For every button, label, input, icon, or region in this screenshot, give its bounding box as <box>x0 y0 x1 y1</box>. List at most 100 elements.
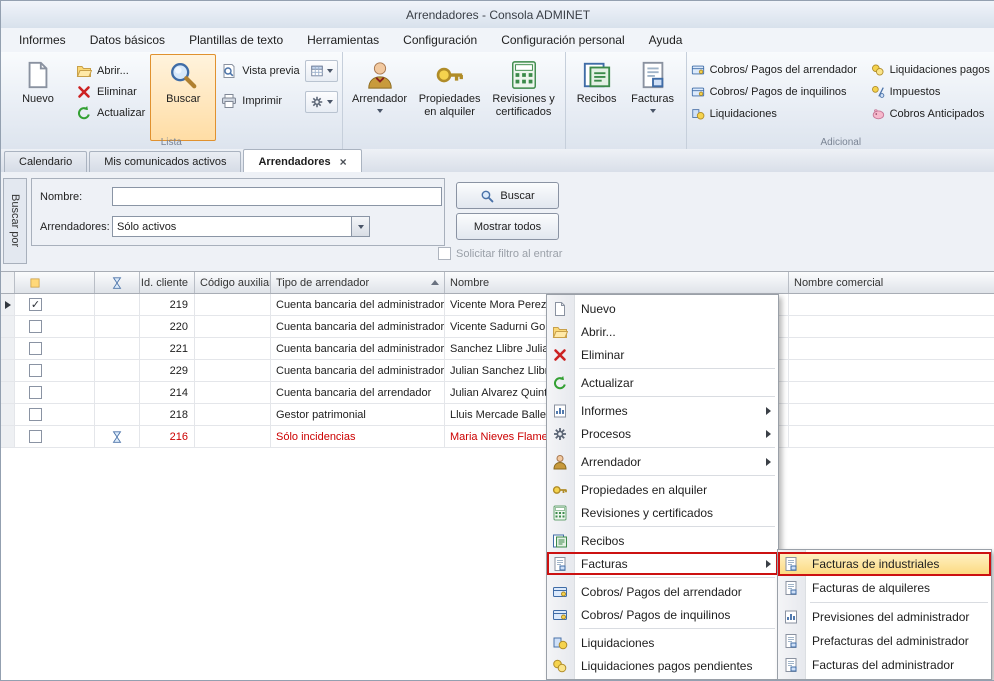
grid-header-flag[interactable] <box>95 272 140 293</box>
tab-mis-comunicados-activos[interactable]: Mis comunicados activos <box>89 151 241 172</box>
ribbon-item-cobros-pagos-del-arrendador[interactable]: Cobros/ Pagos del arrendador <box>691 59 867 81</box>
row-checkbox-cell[interactable] <box>15 360 95 381</box>
ribbon-item-liquidaciones[interactable]: Liquidaciones <box>691 103 867 125</box>
key-icon <box>435 60 465 90</box>
tab-calendario[interactable]: Calendario <box>4 151 87 172</box>
context-menu-item-arrendador[interactable]: Arrendador <box>547 450 778 473</box>
menubar-item-ayuda[interactable]: Ayuda <box>637 30 695 50</box>
facturas-submenu: Facturas de industrialesFacturas de alqu… <box>777 549 992 680</box>
context-menu-item-liquidaciones[interactable]: Liquidaciones <box>547 631 778 654</box>
ribbon-group-label-lista: Lista <box>1 137 342 148</box>
cell-codigo-auxiliar <box>195 316 271 337</box>
row-flag-cell <box>95 426 140 447</box>
nuevo-button[interactable]: Nuevo <box>5 54 71 141</box>
context-menu-item-informes[interactable]: Informes <box>547 399 778 422</box>
tab-arrendadores[interactable]: Arrendadores× <box>243 149 361 173</box>
submenu-item-prefacturas-del-administrador[interactable]: Prefacturas del administrador <box>778 629 991 653</box>
tab-close-icon[interactable]: × <box>340 156 347 168</box>
tab-bar: CalendarioMis comunicados activosArrenda… <box>1 149 994 173</box>
context-menu-item-eliminar[interactable]: Eliminar <box>547 343 778 366</box>
row-checkbox-cell[interactable] <box>15 426 95 447</box>
buscar-por-side-tab[interactable]: Buscar por <box>3 178 27 264</box>
menubar-item-plantillas-de-texto[interactable]: Plantillas de texto <box>177 30 295 50</box>
recibos-button[interactable]: Recibos <box>570 54 624 141</box>
abrir-button[interactable]: Abrir... <box>71 60 150 81</box>
menubar-item-herramientas[interactable]: Herramientas <box>295 30 391 50</box>
row-checkbox-cell[interactable] <box>15 338 95 359</box>
menu-item-label: Prefacturas del administrador <box>812 634 969 648</box>
table-grid-icon <box>310 64 324 78</box>
propiedades-en-alquiler-button[interactable]: Propiedades en alquiler <box>413 54 487 141</box>
submenu-item-facturas-de-alquileres[interactable]: Facturas de alquileres <box>778 576 991 600</box>
row-checkbox[interactable] <box>29 430 42 443</box>
table-options-dropdown[interactable] <box>305 60 338 82</box>
ribbon-item-label: Cobros Anticipados <box>890 108 985 120</box>
vista-previa-button[interactable]: Vista previa <box>216 60 304 81</box>
table-row[interactable]: 214Cuenta bancaria del arrendadorJulian … <box>1 382 994 404</box>
arrendador-button[interactable]: Arrendador <box>347 54 413 141</box>
grid-header-select[interactable] <box>15 272 95 293</box>
row-checkbox[interactable] <box>29 386 42 399</box>
settings-dropdown[interactable] <box>305 91 338 113</box>
ribbon-item-cobros-pagos-de-inquilinos[interactable]: Cobros/ Pagos de inquilinos <box>691 81 867 103</box>
row-checkbox-cell[interactable] <box>15 316 95 337</box>
menubar-item-configuracion[interactable]: Configuración <box>391 30 489 50</box>
context-menu-item-liquidaciones-pagos-pendientes[interactable]: Liquidaciones pagos pendientes <box>547 654 778 677</box>
context-menu-item-cobros-pagos-del-arrendador[interactable]: Cobros/ Pagos del arrendador <box>547 580 778 603</box>
arrendadores-select[interactable]: Sólo activos <box>112 216 370 237</box>
row-checkbox-cell[interactable] <box>15 294 95 315</box>
ribbon-item-label: Liquidaciones pagos pendientes <box>890 64 991 76</box>
cell-codigo-auxiliar <box>195 404 271 425</box>
filtro-checkbox[interactable] <box>438 247 451 260</box>
context-menu-item-procesos[interactable]: Procesos <box>547 422 778 445</box>
grid-header-nombre-comercial[interactable]: Nombre comercial <box>789 272 994 293</box>
grid-header-codigo-auxiliar[interactable]: Código auxiliar <box>195 272 271 293</box>
eliminar-button[interactable]: Eliminar <box>71 81 150 102</box>
context-menu-item-nuevo[interactable]: Nuevo <box>547 297 778 320</box>
context-menu-item-facturas[interactable]: Facturas <box>547 552 778 575</box>
menubar-item-configuracion-personal[interactable]: Configuración personal <box>489 30 636 50</box>
buscar-panel-button[interactable]: Buscar <box>456 182 559 209</box>
ribbon-item-liquidaciones-pagos-pendientes[interactable]: Liquidaciones pagos pendientes <box>871 59 991 81</box>
row-checkbox[interactable] <box>29 408 42 421</box>
row-checkbox-cell[interactable] <box>15 404 95 425</box>
grid-header-id-cliente[interactable]: Id. cliente <box>140 272 195 293</box>
table-row[interactable]: 216Sólo incidenciasMaria Nieves Flamer <box>1 426 994 448</box>
row-checkbox[interactable] <box>29 320 42 333</box>
buscar-ribbon-button[interactable]: Buscar <box>150 54 216 141</box>
submenu-item-facturas-del-administrador[interactable]: Facturas del administrador <box>778 653 991 677</box>
table-row[interactable]: 220Cuenta bancaria del administradorVice… <box>1 316 994 338</box>
context-menu-item-propiedades-en-alquiler[interactable]: Propiedades en alquiler <box>547 478 778 501</box>
filtro-checkbox-row[interactable]: Solicitar filtro al entrar <box>438 247 562 260</box>
actualizar-button[interactable]: Actualizar <box>71 102 150 123</box>
context-menu-item-recibos[interactable]: Recibos <box>547 529 778 552</box>
ribbon-item-impuestos[interactable]: Impuestos <box>871 81 991 103</box>
nombre-input[interactable] <box>112 187 442 206</box>
table-row[interactable]: 229Cuenta bancaria del administradorJuli… <box>1 360 994 382</box>
submenu-item-facturas-de-industriales[interactable]: Facturas de industriales <box>778 552 991 576</box>
revisiones-y-certificados-button[interactable]: Revisiones y certificados <box>487 54 561 141</box>
context-menu-item-actualizar[interactable]: Actualizar <box>547 371 778 394</box>
table-row[interactable]: 218Gestor patrimonialLluis Mercade Balle… <box>1 404 994 426</box>
facturas-button[interactable]: Facturas <box>624 54 682 141</box>
menubar-item-informes[interactable]: Informes <box>7 30 78 50</box>
table-row[interactable]: 221Cuenta bancaria del administradorSanc… <box>1 338 994 360</box>
context-menu-item-abrir[interactable]: Abrir... <box>547 320 778 343</box>
combo-dropdown-button[interactable] <box>351 217 369 236</box>
row-checkbox-cell[interactable] <box>15 382 95 403</box>
mostrar-todos-button[interactable]: Mostrar todos <box>456 213 559 240</box>
grid-header-tipo-de-arrendador[interactable]: Tipo de arrendador <box>271 272 445 293</box>
context-menu-item-cobros-pagos-de-inquilinos[interactable]: Cobros/ Pagos de inquilinos <box>547 603 778 626</box>
table-row[interactable]: 219Cuenta bancaria del administradorVice… <box>1 294 994 316</box>
menu-item-label: Liquidaciones pagos pendientes <box>581 659 752 673</box>
row-checkbox[interactable] <box>29 364 42 377</box>
imprimir-button[interactable]: Imprimir <box>216 90 304 111</box>
grid-header-nombre[interactable]: Nombre <box>445 272 789 293</box>
row-checkbox[interactable] <box>29 342 42 355</box>
submenu-item-previsiones-del-administrador[interactable]: Previsiones del administrador <box>778 605 991 629</box>
menubar-item-datos-basicos[interactable]: Datos básicos <box>78 30 177 50</box>
ribbon-item-cobros-anticipados[interactable]: Cobros Anticipados <box>871 103 991 125</box>
context-menu-item-revisiones-y-certificados[interactable]: Revisiones y certificados <box>547 501 778 524</box>
cell-codigo-auxiliar <box>195 360 271 381</box>
row-checkbox[interactable] <box>29 298 42 311</box>
